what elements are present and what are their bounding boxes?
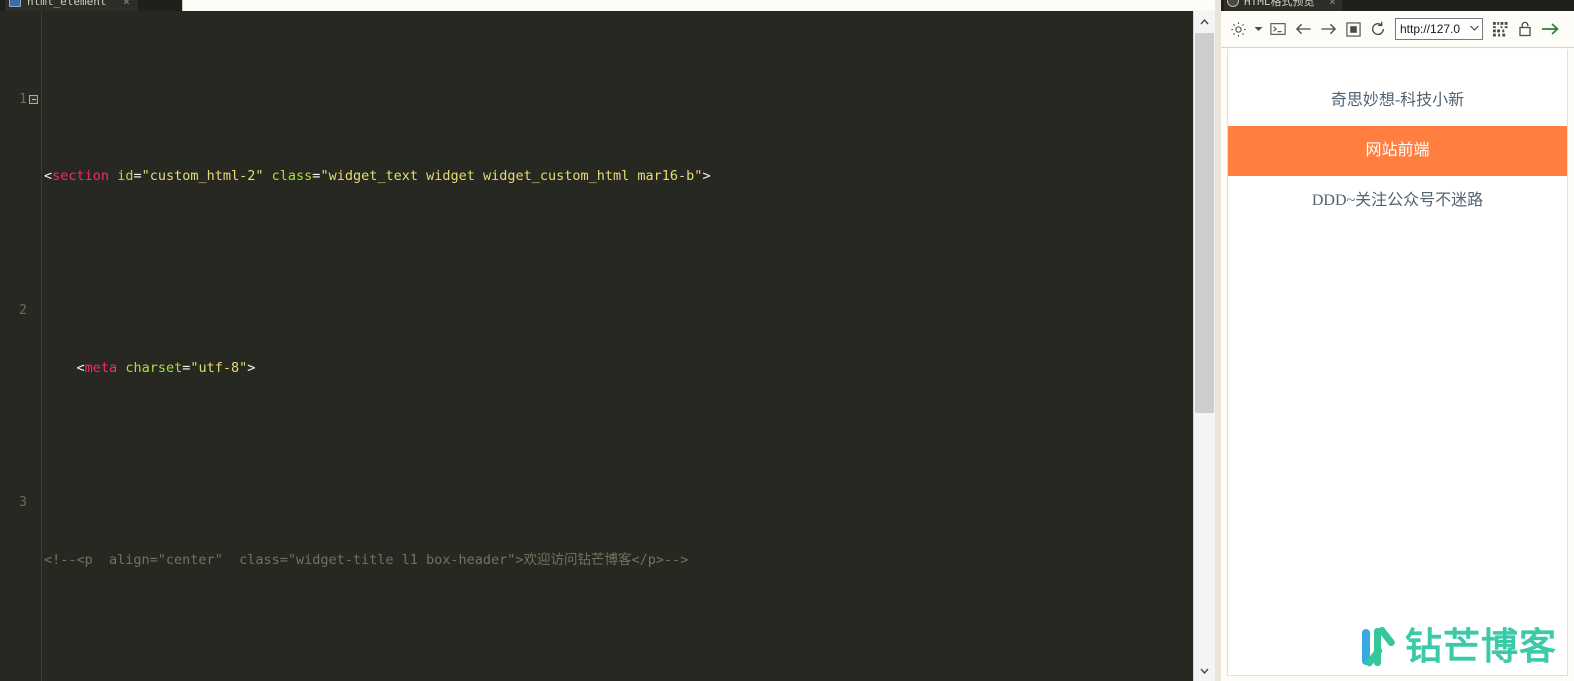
watermark-text: 钻芒博客 <box>1405 625 1557 668</box>
url-input[interactable]: http://127.0 <box>1400 22 1468 36</box>
preview-page-title: 奇思妙想-科技小新 <box>1330 92 1465 109</box>
url-dropdown-icon[interactable] <box>1468 24 1479 34</box>
editor-tab-html-element[interactable]: html_element × <box>5 0 138 11</box>
url-bar[interactable]: http://127.0 <box>1395 18 1483 40</box>
browser-tab-html-preview[interactable]: HTML格式预览 × <box>1224 0 1342 11</box>
code-line[interactable]: 1 <section id="custom_html-2" class="wid… <box>0 90 1193 224</box>
close-icon[interactable]: × <box>123 0 130 8</box>
scrollbar-thumb[interactable] <box>1195 33 1214 413</box>
code-line[interactable]: 2 <meta charset="utf-8"> <box>0 301 1193 416</box>
editor-vertical-scrollbar[interactable] <box>1193 11 1215 681</box>
qr-code-icon[interactable] <box>1489 17 1511 41</box>
code-text-l2: <meta charset="utf-8"> <box>76 359 256 376</box>
lock-icon[interactable] <box>1514 17 1536 41</box>
code-lines: 1 <section id="custom_html-2" class="wid… <box>0 11 1193 681</box>
flip-box-current-item: 网站前端 <box>1365 142 1430 159</box>
file-icon <box>9 0 21 7</box>
line-number: 1 <box>19 91 27 107</box>
app-window: html_element × 1 <section id="custom_htm… <box>0 0 1574 681</box>
gear-icon[interactable] <box>1227 17 1249 41</box>
back-arrow-icon[interactable] <box>1292 17 1314 41</box>
console-icon[interactable] <box>1267 17 1289 41</box>
watermark-logo: 钻芒博客 <box>1362 625 1557 668</box>
line-number: 3 <box>19 495 27 511</box>
reload-icon[interactable] <box>1367 17 1389 41</box>
editor-tab-strip: html_element × <box>0 0 1215 11</box>
browser-toolbar: http://127.0 <box>1221 11 1574 48</box>
stop-icon[interactable] <box>1342 17 1364 41</box>
forward-arrow-icon[interactable] <box>1317 17 1339 41</box>
editor-tab-label: html_element <box>27 0 107 8</box>
preview-viewport: 奇思妙想-科技小新 网站前端 DDD~关注公众号不迷路 钻芒博客 <box>1227 49 1568 676</box>
code-text-l3: <!--<p align="center" class="widget-titl… <box>44 551 689 568</box>
editor-tabstrip-filler <box>182 0 1215 11</box>
scroll-down-icon[interactable] <box>1194 660 1215 681</box>
brand-logo-icon <box>1362 625 1397 668</box>
code-text-l1: <section id="custom_html-2" class="widge… <box>44 167 711 184</box>
code-canvas[interactable]: 1 <section id="custom_html-2" class="wid… <box>0 11 1193 681</box>
preview-flip-box: 网站前端 <box>1228 126 1567 176</box>
fold-toggle-icon[interactable] <box>29 94 38 104</box>
line-number: 2 <box>19 303 27 319</box>
logo-k-shape <box>1364 625 1397 668</box>
globe-icon <box>1227 0 1239 7</box>
code-editor-pane: html_element × 1 <section id="custom_htm… <box>0 0 1215 681</box>
scroll-up-icon[interactable] <box>1194 11 1215 32</box>
go-arrow-icon[interactable] <box>1539 17 1561 41</box>
preview-page-subtitle: DDD~关注公众号不迷路 <box>1311 192 1484 209</box>
browser-preview-pane: HTML格式预览 × http://127.0 奇思妙想-科技小新 网站前端 D… <box>1221 0 1574 681</box>
close-icon[interactable]: × <box>1329 0 1336 8</box>
dropdown-caret-icon[interactable] <box>1252 17 1264 41</box>
browser-tab-label: HTML格式预览 <box>1244 0 1315 8</box>
code-line[interactable]: 3 <!--<p align="center" class="widget-ti… <box>0 493 1193 608</box>
browser-tab-strip: HTML格式预览 × <box>1221 0 1574 11</box>
